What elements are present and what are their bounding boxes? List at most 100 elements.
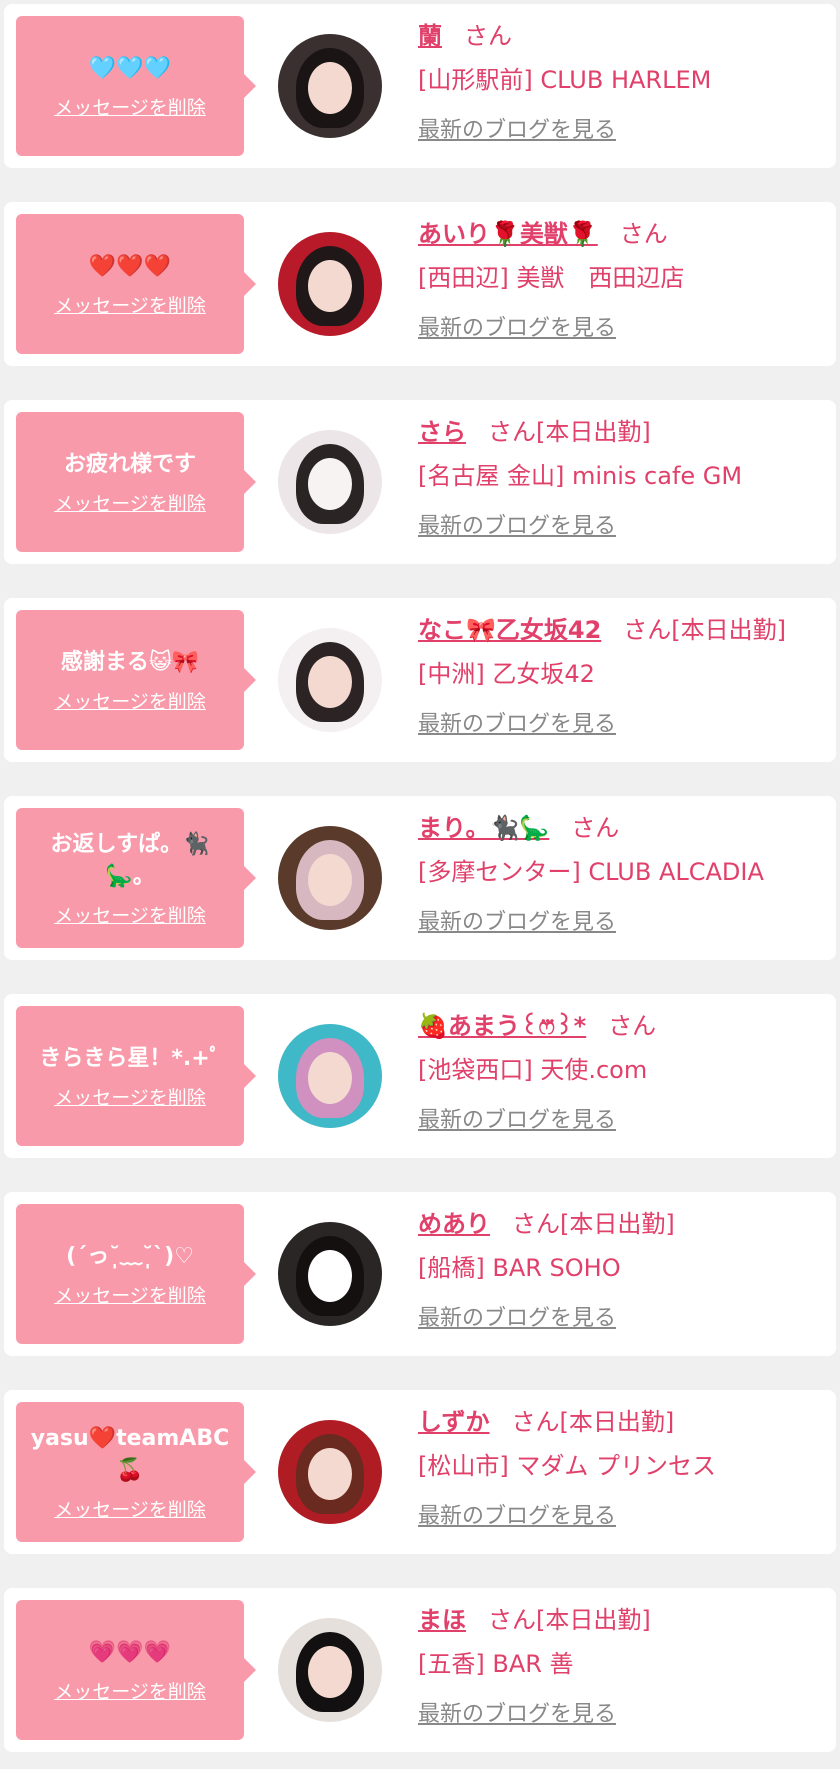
san-label: さん <box>488 1606 536 1634</box>
delete-message-link[interactable]: メッセージを削除 <box>54 489 206 516</box>
message-bubble: お返しすぱ。🐈‍⬛🦕。 メッセージを削除 <box>16 808 256 948</box>
message-bubble: きらきら星！*.+ﾟ メッセージを削除 <box>16 1006 256 1146</box>
shop-name: [名古屋 金山] minis cafe GM <box>418 462 743 490</box>
message-card: お疲れ様です メッセージを削除 さら さん[本日出勤] [名古屋 金山] mini… <box>4 400 836 564</box>
shop-name: [松山市] マダム プリンセス <box>418 1452 716 1480</box>
card-info: 蘭さん [山形駅前] CLUB HARLEM 最新のブログを見る <box>418 16 828 144</box>
avatar[interactable] <box>278 430 382 534</box>
shop-name: [船橋] BAR SOHO <box>418 1254 621 1282</box>
latest-blog-link[interactable]: 最新のブログを見る <box>418 1498 616 1530</box>
name-line: まり。🐈‍⬛🦕 さん <box>418 808 828 848</box>
message-card: 感謝まる😺🎀 メッセージを削除 なこ🎀乙女坂42 さん[本日出勤] [中洲] 乙女… <box>4 598 836 762</box>
card-info: なこ🎀乙女坂42 さん[本日出勤] [中洲] 乙女坂42 最新のブログを見る <box>418 610 828 738</box>
message-text: 🩵🩵🩵 <box>88 55 172 81</box>
message-bubble: 🩵🩵🩵 メッセージを削除 <box>16 16 256 156</box>
message-card: 🩵🩵🩵 メッセージを削除 蘭さん [山形駅前] CLUB HARLEM 最新のブ… <box>4 4 836 168</box>
girl-name-link[interactable]: 蘭 <box>418 22 442 50</box>
card-info: さら さん[本日出勤] [名古屋 金山] minis cafe GM 最新のブログ… <box>418 412 828 540</box>
latest-blog-link[interactable]: 最新のブログを見る <box>418 706 616 738</box>
message-text: きらきら星！*.+ﾟ <box>39 1045 221 1071</box>
name-line: 蘭さん <box>418 16 828 56</box>
avatar[interactable] <box>278 232 382 336</box>
shop-name: [中洲] 乙女坂42 <box>418 660 595 688</box>
girl-name-link[interactable]: まほ <box>418 1606 466 1634</box>
message-bubble: yasu❤️teamABC🍒 メッセージを削除 <box>16 1402 256 1542</box>
delete-message-link[interactable]: メッセージを削除 <box>54 1495 206 1522</box>
status-label: [本日出勤] <box>671 616 787 644</box>
avatar[interactable] <box>278 1024 382 1128</box>
girl-name-link[interactable]: しずか <box>418 1408 490 1436</box>
latest-blog-link[interactable]: 最新のブログを見る <box>418 112 616 144</box>
card-info: あいり🌹美獣🌹 さん [西田辺] 美獣 西田辺店 最新のブログを見る <box>418 214 828 342</box>
card-info: めあり さん[本日出勤] [船橋] BAR SOHO 最新のブログを見る <box>418 1204 828 1332</box>
shop-name: [池袋西口] 天使.com <box>418 1056 648 1084</box>
name-line: あいり🌹美獣🌹 さん <box>418 214 828 254</box>
shop-name: [五香] BAR 善 <box>418 1650 574 1678</box>
san-label: さん <box>511 1408 560 1436</box>
avatar[interactable] <box>278 826 382 930</box>
avatar[interactable] <box>278 34 382 138</box>
message-list: 🩵🩵🩵 メッセージを削除 蘭さん [山形駅前] CLUB HARLEM 最新のブ… <box>0 0 840 1752</box>
girl-name-link[interactable]: めあり <box>418 1210 490 1238</box>
name-line: さら さん[本日出勤] <box>418 412 828 452</box>
name-line: まほ さん[本日出勤] <box>418 1600 828 1640</box>
girl-name-link[interactable]: 🍓あまう꒰ෆ⃛꒱* <box>418 1012 586 1040</box>
message-bubble: ❤️❤️❤️ メッセージを削除 <box>16 214 256 354</box>
message-text: 💗💗💗 <box>88 1639 172 1665</box>
girl-name-link[interactable]: さら <box>418 418 466 446</box>
delete-message-link[interactable]: メッセージを削除 <box>54 1083 206 1110</box>
delete-message-link[interactable]: メッセージを削除 <box>54 901 206 928</box>
girl-name-link[interactable]: なこ🎀乙女坂42 <box>418 616 601 644</box>
message-text: お返しすぱ。🐈‍⬛🦕。 <box>50 831 210 889</box>
status-label: [本日出勤] <box>559 1408 675 1436</box>
san-label: さん <box>464 22 512 50</box>
avatar[interactable] <box>278 1420 382 1524</box>
avatar[interactable] <box>278 628 382 732</box>
message-card: (ˊっ˘̩̩̩﹏˘̩̩̩ˋ)♡ メッセージを削除 めあり さん[本日出勤] [船橋… <box>4 1192 836 1356</box>
message-card: お返しすぱ。🐈‍⬛🦕。 メッセージを削除 まり。🐈‍⬛🦕 さん [多摩センター] … <box>4 796 836 960</box>
name-line: 🍓あまう꒰ෆ⃛꒱* さん <box>418 1006 828 1046</box>
avatar[interactable] <box>278 1222 382 1326</box>
message-card: 💗💗💗 メッセージを削除 まほ さん[本日出勤] [五香] BAR 善 最新のブロ… <box>4 1588 836 1752</box>
latest-blog-link[interactable]: 最新のブログを見る <box>418 310 616 342</box>
san-label: さん <box>623 616 672 644</box>
card-info: まほ さん[本日出勤] [五香] BAR 善 最新のブログを見る <box>418 1600 828 1728</box>
latest-blog-link[interactable]: 最新のブログを見る <box>418 904 616 936</box>
name-line: めあり さん[本日出勤] <box>418 1204 828 1244</box>
status-label: [本日出勤] <box>536 418 651 446</box>
status-label: [本日出勤] <box>536 1606 651 1634</box>
avatar[interactable] <box>278 1618 382 1722</box>
message-bubble: お疲れ様です メッセージを削除 <box>16 412 256 552</box>
message-bubble: 感謝まる😺🎀 メッセージを削除 <box>16 610 256 750</box>
san-label: さん <box>619 220 668 248</box>
name-line: なこ🎀乙女坂42 さん[本日出勤] <box>418 610 828 650</box>
shop-name: [山形駅前] CLUB HARLEM <box>418 66 712 94</box>
message-text: (ˊっ˘̩̩̩﹏˘̩̩̩ˋ)♡ <box>66 1243 194 1269</box>
card-info: しずか さん[本日出勤] [松山市] マダム プリンセス 最新のブログを見る <box>418 1402 828 1530</box>
status-label: [本日出勤] <box>560 1210 675 1238</box>
message-bubble: (ˊっ˘̩̩̩﹏˘̩̩̩ˋ)♡ メッセージを削除 <box>16 1204 256 1344</box>
message-card: きらきら星！*.+ﾟ メッセージを削除 🍓あまう꒰ෆ⃛꒱* さん [池袋西口] 天… <box>4 994 836 1158</box>
latest-blog-link[interactable]: 最新のブログを見る <box>418 1102 616 1134</box>
message-text: yasu❤️teamABC🍒 <box>30 1425 230 1483</box>
message-bubble: 💗💗💗 メッセージを削除 <box>16 1600 256 1740</box>
message-text: 感謝まる😺🎀 <box>60 649 200 675</box>
latest-blog-link[interactable]: 最新のブログを見る <box>418 1696 616 1728</box>
delete-message-link[interactable]: メッセージを削除 <box>54 1281 206 1308</box>
san-label: さん <box>512 1210 560 1238</box>
latest-blog-link[interactable]: 最新のブログを見る <box>418 508 616 540</box>
delete-message-link[interactable]: メッセージを削除 <box>54 291 206 318</box>
message-card: ❤️❤️❤️ メッセージを削除 あいり🌹美獣🌹 さん [西田辺] 美獣 西田辺店 … <box>4 202 836 366</box>
san-label: さん <box>571 814 620 842</box>
message-card: yasu❤️teamABC🍒 メッセージを削除 しずか さん[本日出勤] [松山市… <box>4 1390 836 1554</box>
delete-message-link[interactable]: メッセージを削除 <box>54 687 206 714</box>
shop-name: [多摩センター] CLUB ALCADIA <box>418 858 764 886</box>
latest-blog-link[interactable]: 最新のブログを見る <box>418 1300 616 1332</box>
delete-message-link[interactable]: メッセージを削除 <box>54 1677 206 1704</box>
girl-name-link[interactable]: あいり🌹美獣🌹 <box>418 220 598 248</box>
delete-message-link[interactable]: メッセージを削除 <box>54 93 206 120</box>
message-text: ❤️❤️❤️ <box>88 253 172 279</box>
shop-name: [西田辺] 美獣 西田辺店 <box>418 264 685 292</box>
card-info: 🍓あまう꒰ෆ⃛꒱* さん [池袋西口] 天使.com 最新のブログを見る <box>418 1006 828 1134</box>
girl-name-link[interactable]: まり。🐈‍⬛🦕 <box>418 814 549 842</box>
